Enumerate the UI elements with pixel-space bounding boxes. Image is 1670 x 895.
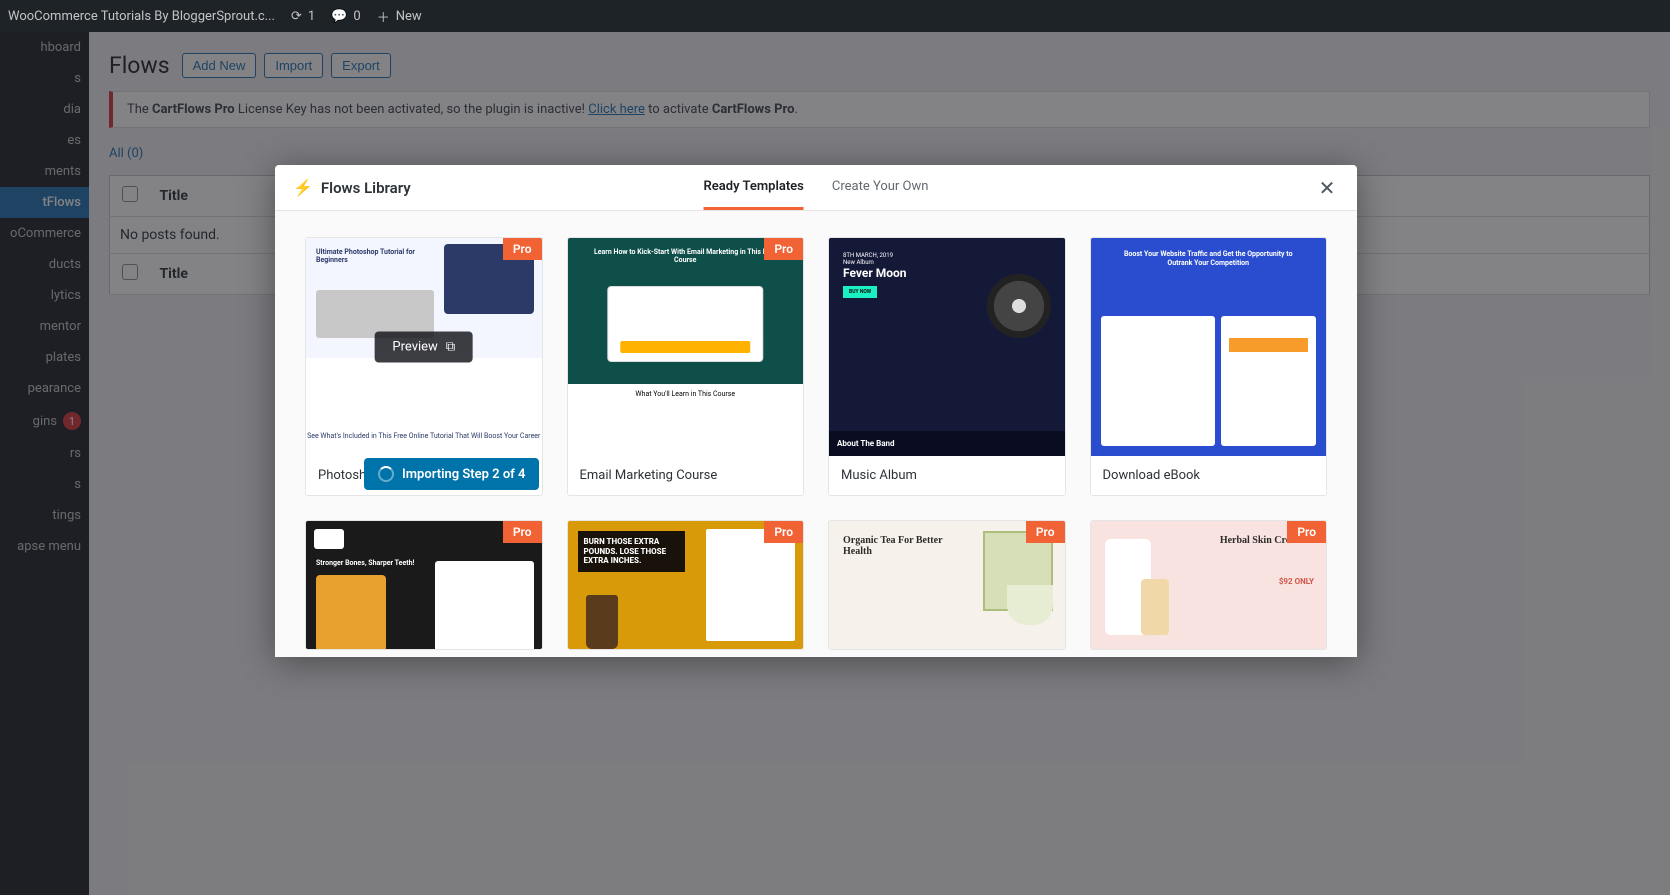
thumb-headline: BURN THOSE EXTRA POUNDS. LOSE THOSE EXTR…: [578, 531, 686, 572]
plus-icon: ＋: [377, 7, 390, 26]
thumb-headline: Ultimate Photoshop Tutorial for Beginner…: [316, 248, 435, 264]
pro-badge: Pro: [1287, 521, 1326, 543]
modal-title: ⚡ Flows Library: [293, 178, 411, 197]
adminbar-new-label: New: [396, 9, 422, 24]
pro-badge: Pro: [764, 238, 803, 260]
thumb-bag: [316, 575, 386, 649]
template-name: Email Marketing Course: [568, 456, 804, 495]
thumb-subtext: What You'll Learn in This Course: [568, 384, 804, 456]
adminbar-new[interactable]: ＋ New: [377, 7, 422, 26]
flows-library-modal: ⚡ Flows Library Ready Templates Create Y…: [275, 165, 1357, 657]
template-name: Music Album: [829, 456, 1065, 495]
importing-status: Importing Step 2 of 4: [364, 458, 539, 490]
thumb-left: [1101, 316, 1216, 446]
thumb-jar: [586, 595, 618, 649]
spinner-icon: [378, 466, 394, 482]
template-card-cream[interactable]: Pro Herbal Skin Crème $92 ONLY: [1090, 520, 1328, 650]
thumb-form: [706, 529, 795, 641]
cartflows-logo-icon: ⚡: [293, 178, 313, 197]
thumb-panels: [1101, 316, 1317, 446]
thumb-sub: New Album: [843, 259, 1051, 266]
thumb-date: 8TH MARCH, 2019: [843, 252, 1051, 259]
thumb-bottle-small: [1141, 579, 1169, 635]
template-grid: Pro Ultimate Photoshop Tutorial for Begi…: [305, 237, 1327, 650]
template-card-ebook[interactable]: Boost Your Website Traffic and Get the O…: [1090, 237, 1328, 496]
thumb-headline: Organic Tea For Better Health: [843, 535, 959, 557]
template-thumb: Pro Herbal Skin Crème $92 ONLY: [1091, 521, 1327, 649]
thumb-price: $92 ONLY: [1279, 577, 1314, 586]
template-thumb: 8TH MARCH, 2019 New Album Fever Moon BUY…: [829, 238, 1065, 456]
preview-button[interactable]: Preview ⧉: [374, 332, 473, 363]
adminbar-updates[interactable]: ⟳ 1: [291, 9, 315, 24]
thumb-band: About The Band: [829, 431, 1065, 456]
template-name: Download eBook: [1091, 456, 1327, 495]
thumb-form: [608, 286, 763, 362]
thumb-buy: BUY NOW: [843, 286, 877, 298]
comment-icon: 💬: [331, 9, 347, 24]
close-icon: ✕: [1319, 176, 1336, 200]
tab-create-own[interactable]: Create Your Own: [832, 165, 929, 210]
wp-admin-bar: WooCommerce Tutorials By BloggerSprout.c…: [0, 0, 1670, 32]
template-card-tea[interactable]: Pro Organic Tea For Better Health: [828, 520, 1066, 650]
importing-label: Importing Step 2 of 4: [402, 467, 525, 482]
template-card-dogfood[interactable]: Pro Stronger Bones, Sharper Teeth!: [305, 520, 543, 650]
adminbar-site-title: WooCommerce Tutorials By BloggerSprout.c…: [8, 9, 275, 24]
modal-title-text: Flows Library: [321, 179, 411, 197]
external-icon: ⧉: [446, 340, 455, 355]
template-thumb: Pro Organic Tea For Better Health: [829, 521, 1065, 649]
adminbar-site[interactable]: WooCommerce Tutorials By BloggerSprout.c…: [8, 9, 275, 24]
disc-icon: [987, 274, 1051, 338]
thumb-cup: [1007, 585, 1053, 625]
template-thumb: Pro Stronger Bones, Sharper Teeth!: [306, 521, 542, 649]
template-thumb: Boost Your Website Traffic and Get the O…: [1091, 238, 1327, 456]
template-card-email[interactable]: Pro Learn How to Kick-Start With Email M…: [567, 237, 805, 496]
tab-ready-templates[interactable]: Ready Templates: [704, 165, 804, 210]
modal-tabs: Ready Templates Create Your Own: [704, 165, 929, 210]
template-thumb: Pro BURN THOSE EXTRA POUNDS. LOSE THOSE …: [568, 521, 804, 649]
template-card-photoshop[interactable]: Pro Ultimate Photoshop Tutorial for Begi…: [305, 237, 543, 496]
template-thumb: Pro Learn How to Kick-Start With Email M…: [568, 238, 804, 456]
pro-badge: Pro: [764, 521, 803, 543]
template-card-protein[interactable]: Pro BURN THOSE EXTRA POUNDS. LOSE THOSE …: [567, 520, 805, 650]
thumb-logo: [314, 529, 344, 549]
thumb-form: [435, 561, 534, 649]
adminbar-comments-count: 0: [353, 9, 360, 24]
modal-body[interactable]: Pro Ultimate Photoshop Tutorial for Begi…: [275, 211, 1357, 657]
thumb-subtext: See What's Included in This Free Online …: [306, 432, 542, 440]
template-card-music[interactable]: 8TH MARCH, 2019 New Album Fever Moon BUY…: [828, 237, 1066, 496]
pro-badge: Pro: [503, 238, 542, 260]
modal-header: ⚡ Flows Library Ready Templates Create Y…: [275, 165, 1357, 211]
preview-label: Preview: [392, 340, 437, 355]
refresh-icon: ⟳: [291, 9, 302, 24]
pro-badge: Pro: [1026, 521, 1065, 543]
pro-badge: Pro: [503, 521, 542, 543]
modal-close-button[interactable]: ✕: [1315, 176, 1339, 200]
thumb-headline: Boost Your Website Traffic and Get the O…: [1099, 246, 1319, 272]
adminbar-comments[interactable]: 💬 0: [331, 9, 361, 24]
template-thumb: Pro Ultimate Photoshop Tutorial for Begi…: [306, 238, 542, 456]
adminbar-updates-count: 1: [308, 9, 315, 24]
thumb-right: [1221, 316, 1316, 446]
